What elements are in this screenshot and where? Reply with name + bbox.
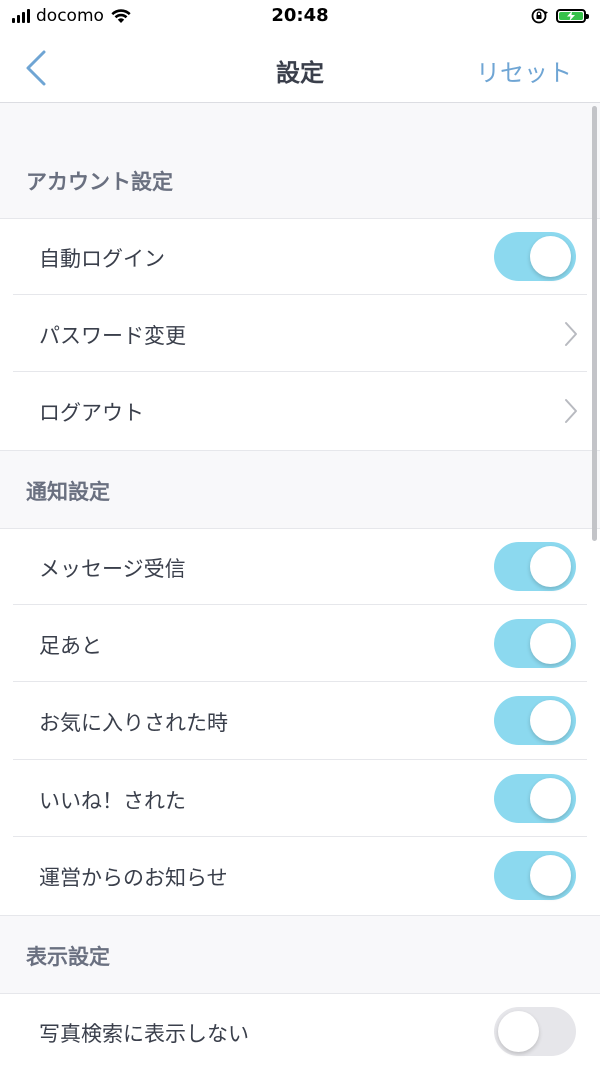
setting-row-change-password[interactable]: パスワード変更 [0, 295, 600, 372]
auto-login-toggle[interactable] [494, 232, 576, 281]
status-bar: docomo 20:48 [0, 0, 600, 34]
setting-label: 自動ログイン [39, 247, 165, 271]
section-title: アカウント設定 [26, 170, 173, 194]
hide-from-photo-search-toggle[interactable] [494, 1007, 576, 1056]
chevron-right-icon [565, 322, 577, 346]
reset-button[interactable]: リセット [476, 53, 572, 88]
setting-row-logout[interactable]: ログアウト [0, 372, 600, 450]
setting-row-hide-from-photo-search[interactable]: 写真検索に表示しない [0, 993, 600, 1070]
navigation-bar: 設定 リセット [0, 34, 600, 103]
battery-charging-icon [556, 9, 589, 23]
message-received-toggle[interactable] [494, 542, 576, 591]
setting-row-liked[interactable]: いいね！された [0, 760, 600, 837]
favorited-toggle[interactable] [494, 696, 576, 745]
settings-list[interactable]: アカウント設定 自動ログイン パスワード変更 ログアウト 通知設定 メッセージ受… [0, 103, 600, 1070]
setting-label: お気に入りされた時 [39, 711, 228, 735]
section-title: 表示設定 [26, 945, 110, 969]
setting-label: メッセージ受信 [39, 557, 186, 581]
setting-label: ログアウト [39, 401, 144, 425]
orientation-lock-icon [531, 8, 548, 24]
section-title: 通知設定 [26, 480, 110, 504]
setting-label: 写真検索に表示しない [39, 1022, 249, 1046]
status-right [530, 6, 589, 26]
setting-row-message-received[interactable]: メッセージ受信 [0, 528, 600, 605]
setting-label: いいね！された [39, 789, 186, 813]
footprints-toggle[interactable] [494, 619, 576, 668]
section-header-account: アカウント設定 [0, 141, 600, 218]
setting-row-favorited[interactable]: お気に入りされた時 [0, 682, 600, 760]
chevron-right-icon [565, 399, 577, 423]
setting-row-auto-login[interactable]: 自動ログイン [0, 218, 600, 295]
section-header-display: 表示設定 [0, 915, 600, 993]
status-time: 20:48 [271, 5, 329, 26]
setting-label: 足あと [39, 634, 102, 658]
setting-row-announcements[interactable]: 運営からのお知らせ [0, 837, 600, 915]
announcements-toggle[interactable] [494, 851, 576, 900]
scrollbar[interactable] [592, 106, 597, 541]
section-header-notifications: 通知設定 [0, 450, 600, 528]
setting-row-footprints[interactable]: 足あと [0, 605, 600, 682]
liked-toggle[interactable] [494, 774, 576, 823]
setting-label: 運営からのお知らせ [39, 866, 228, 890]
setting-label: パスワード変更 [39, 324, 186, 348]
